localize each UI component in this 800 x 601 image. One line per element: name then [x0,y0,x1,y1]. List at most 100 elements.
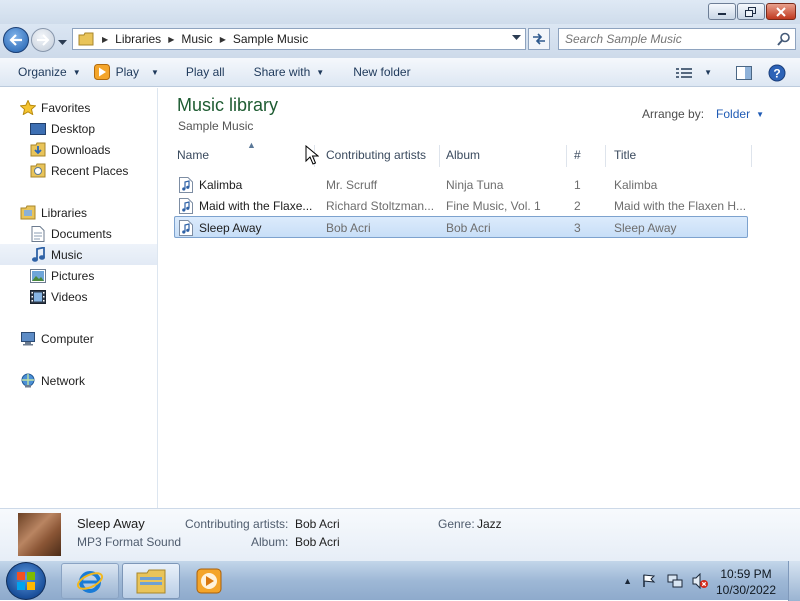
volume-muted-icon[interactable] [692,572,708,592]
column-divider[interactable] [751,145,752,167]
cell-title: Sleep Away [614,220,677,235]
organize-button[interactable]: Organize ▼ [0,61,90,83]
nav-favorites[interactable]: Favorites [0,97,157,118]
play-button[interactable]: Play ▼ [90,61,168,83]
column-artists-label: Contributing artists [326,148,427,162]
breadcrumb-separator[interactable]: ▶ [220,35,226,44]
column-header-artists[interactable]: Contributing artists [326,143,436,167]
preview-pane-button[interactable] [726,62,764,84]
cell-album: Fine Music, Vol. 1 [446,198,541,213]
arrange-by-dropdown[interactable]: Folder ▼ [716,107,764,121]
column-header-title[interactable]: Title [614,143,734,167]
restore-icon [745,6,756,17]
navigation-bar: ▶ Libraries ▶ Music ▶ Sample Music [0,24,800,58]
nav-videos[interactable]: Videos [0,286,157,307]
arrange-by: Arrange by: Folder ▼ [642,107,764,121]
taskbar-clock[interactable]: 10:59 PM 10/30/2022 [714,566,778,598]
cell-artists: Bob Acri [326,220,371,235]
nav-desktop[interactable]: Desktop [0,118,157,139]
title-bar [0,0,800,24]
view-options-dropdown[interactable]: ▼ [696,62,726,84]
details-file-type: MP3 Format Sound [77,535,182,549]
details-artists-value[interactable]: Bob Acri [295,517,340,531]
forward-button[interactable] [31,28,55,52]
recent-pages-dropdown[interactable] [58,35,67,49]
cell-number: 1 [574,177,581,192]
action-center-flag-icon[interactable] [642,574,656,591]
search-input[interactable] [565,32,775,46]
nav-recent-places[interactable]: Recent Places [0,160,157,181]
media-player-icon [93,64,110,80]
arrow-left-icon [9,34,22,46]
breadcrumb-libraries[interactable]: Libraries [115,32,161,46]
help-button[interactable]: ? [764,62,800,84]
refresh-button[interactable] [528,28,550,50]
back-button[interactable] [3,27,29,53]
preview-pane-icon [736,65,752,80]
pictures-icon [29,268,47,284]
search-box[interactable] [558,28,796,50]
audio-file-icon [179,197,194,214]
table-row[interactable]: Maid with the Flaxe... Richard Stoltzman… [174,195,748,216]
breadcrumb-music[interactable]: Music [181,32,212,46]
address-bar[interactable]: ▶ Libraries ▶ Music ▶ Sample Music [72,28,526,50]
svg-text:?: ? [773,66,780,80]
column-header-album[interactable]: Album [446,143,556,167]
navigation-pane: Favorites Desktop Downloads Recent Place… [0,88,158,508]
file-name: Maid with the Flaxe... [199,198,313,213]
windows-logo-icon [17,572,35,590]
start-button[interactable] [6,562,46,600]
taskbar-internet-explorer[interactable] [61,563,119,599]
column-divider[interactable] [439,145,440,167]
downloads-folder-icon [29,142,47,158]
details-album-value[interactable]: Bob Acri [295,535,340,549]
table-row[interactable]: Kalimba Mr. Scruff Ninja Tuna 1 Kalimba [174,174,748,195]
nav-network-label: Network [41,373,86,388]
taskbar-media-player[interactable] [183,563,235,599]
maximize-button[interactable] [737,3,765,20]
clock-time: 10:59 PM [720,567,772,581]
change-view-button[interactable] [676,62,696,84]
close-button[interactable] [766,3,796,20]
column-title-label: Title [614,148,637,162]
nav-libraries[interactable]: Libraries [0,202,157,223]
taskbar: ▲ 10:59 PM 10/30/2022 [0,560,800,601]
column-divider[interactable] [605,145,606,167]
show-desktop-button[interactable] [788,561,800,601]
search-icon[interactable] [777,32,791,49]
film-strip-icon [29,289,47,305]
minimize-button[interactable] [708,3,736,20]
breadcrumb-separator[interactable]: ▶ [168,35,174,44]
music-note-icon [29,246,47,263]
audio-file-icon [179,176,194,193]
table-row-selected[interactable]: Sleep Away Bob Acri Bob Acri 3 Sleep Awa… [174,216,748,238]
nav-videos-label: Videos [51,289,88,304]
new-folder-button[interactable]: New folder [333,61,419,83]
desktop-icon [29,121,47,137]
network-status-icon[interactable] [667,573,683,592]
play-all-button[interactable]: Play all [168,61,234,83]
column-header-name[interactable]: Name ▲ [177,140,305,167]
file-list-pane: Music library Sample Music Arrange by: F… [159,88,800,508]
details-genre-value[interactable]: Jazz [477,517,502,531]
taskbar-windows-explorer[interactable] [122,563,180,599]
nav-network[interactable]: Network [0,370,157,391]
nav-pictures[interactable]: Pictures [0,265,157,286]
nav-computer[interactable]: Computer [0,328,157,349]
mouse-cursor [305,144,320,168]
album-art-thumbnail [18,513,61,556]
nav-documents[interactable]: Documents [0,223,157,244]
nav-recent-places-label: Recent Places [51,163,129,178]
column-header-number[interactable]: # [574,143,599,167]
show-hidden-icons-button[interactable]: ▲ [623,576,632,586]
column-divider[interactable] [566,145,567,167]
nav-music[interactable]: Music [0,244,157,265]
breadcrumb-separator[interactable]: ▶ [102,35,108,44]
nav-downloads[interactable]: Downloads [0,139,157,160]
breadcrumb-sample-music[interactable]: Sample Music [233,32,308,46]
chevron-down-icon [58,40,67,45]
sort-ascending-icon: ▲ [247,140,256,150]
share-with-button[interactable]: Share with ▼ [234,61,334,83]
address-history-dropdown[interactable] [512,33,521,43]
file-name: Kalimba [199,177,243,192]
